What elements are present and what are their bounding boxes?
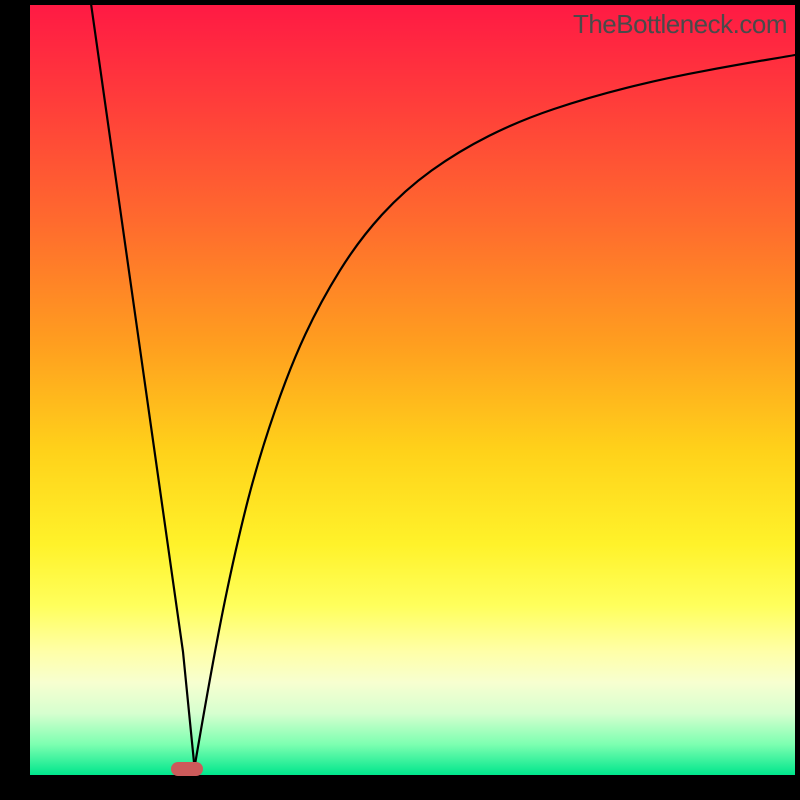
- watermark-text: TheBottleneck.com: [573, 9, 787, 40]
- curve-svg: [30, 5, 795, 775]
- curve-left-branch: [91, 5, 194, 767]
- plot-area: TheBottleneck.com: [30, 5, 795, 775]
- chart-frame: TheBottleneck.com: [0, 0, 800, 800]
- bottleneck-marker: [171, 762, 203, 776]
- curve-right-branch: [195, 55, 796, 767]
